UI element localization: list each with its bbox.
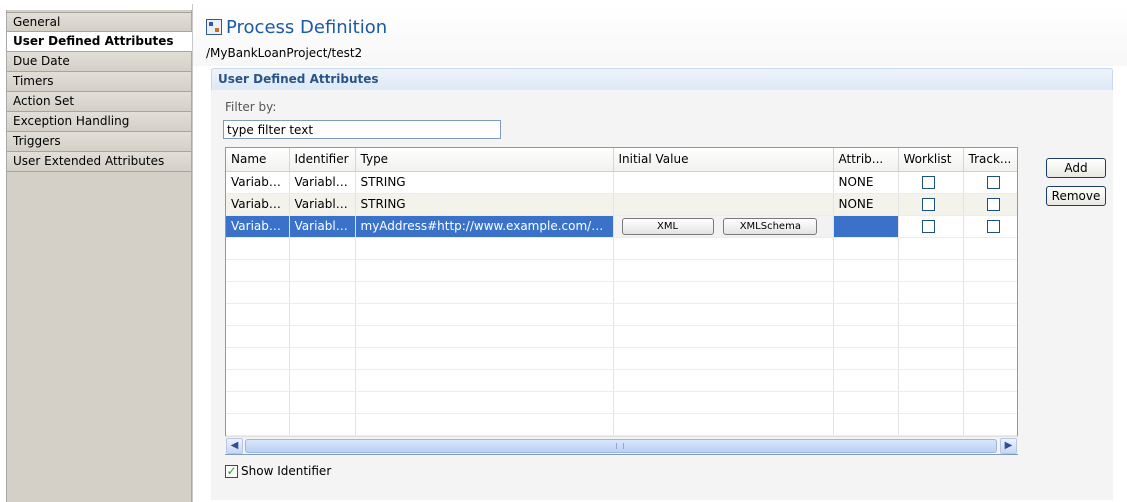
sidebar-item-general[interactable]: General: [7, 12, 191, 32]
worklist-checkbox[interactable]: [921, 198, 935, 211]
xml-button[interactable]: XML: [621, 217, 714, 235]
worklist-checkbox[interactable]: [921, 176, 935, 189]
add-button[interactable]: Add: [1046, 158, 1106, 178]
cell-identifier: Variable2: [289, 193, 356, 216]
column-header-attrib[interactable]: Attrib...: [833, 148, 899, 172]
cell-worklist: [898, 193, 964, 216]
table-row-empty: [226, 237, 1017, 260]
table-header-row: Name Identifier Type Initial Value Attri…: [226, 148, 1017, 172]
show-identifier-label: Show Identifier: [241, 464, 332, 478]
cell-type: STRING: [355, 193, 614, 216]
project-path: /MyBankLoanProject/test2: [206, 46, 363, 60]
main-panel: Process Definition /MyBankLoanProject/te…: [192, 4, 1127, 502]
scroll-thumb[interactable]: [245, 439, 997, 453]
cell-worklist: [898, 215, 964, 238]
horizontal-scrollbar[interactable]: ◀ ▶: [225, 436, 1018, 454]
sidebar-item-triggers[interactable]: Triggers: [7, 132, 191, 152]
table-row-empty: [226, 347, 1017, 370]
page-title: Process Definition: [226, 16, 388, 38]
cell-initial-value[interactable]: [613, 193, 834, 216]
cell-identifier: Variable3: [289, 215, 356, 238]
table-row[interactable]: Variable2 Variable2 STRING NONE: [226, 193, 1017, 216]
process-definition-icon: [206, 19, 222, 35]
track-checkbox[interactable]: [986, 176, 1000, 189]
scroll-grip-icon: [616, 443, 624, 449]
cell-attrib: NONE: [833, 171, 899, 194]
cell-name: Variable1: [226, 171, 290, 194]
filter-input[interactable]: [223, 120, 501, 139]
section-header: User Defined Attributes: [211, 68, 1113, 90]
section-title: User Defined Attributes: [218, 72, 379, 86]
track-checkbox[interactable]: [986, 198, 1000, 211]
table-row-selected[interactable]: Variable3 Variable3 myAddress#http://www…: [226, 215, 1017, 238]
sidebar-item-timers[interactable]: Timers: [7, 72, 191, 92]
xmlschema-button[interactable]: XMLSchema: [723, 217, 818, 235]
cell-worklist: [898, 171, 964, 194]
cell-identifier: Variable1: [289, 171, 356, 194]
cell-name: Variable3: [226, 215, 290, 238]
cell-initial-value[interactable]: [613, 171, 834, 194]
column-header-worklist[interactable]: Worklist: [898, 148, 964, 172]
track-checkbox[interactable]: [986, 220, 1000, 233]
sidebar-item-user-extended-attributes[interactable]: User Extended Attributes: [7, 152, 191, 172]
sidebar-item-action-set[interactable]: Action Set: [7, 92, 191, 112]
title-row: Process Definition: [206, 14, 387, 40]
table-row-empty: [226, 413, 1017, 436]
table-row-empty: [226, 281, 1017, 304]
column-header-name[interactable]: Name: [226, 148, 290, 172]
column-header-track[interactable]: Track...: [963, 148, 1017, 172]
attributes-table[interactable]: Name Identifier Type Initial Value Attri…: [225, 147, 1018, 455]
editor-sidebar: General User Defined Attributes Due Date…: [6, 10, 194, 502]
column-header-identifier[interactable]: Identifier: [289, 148, 356, 172]
table-row-empty: [226, 369, 1017, 392]
editor-header: Process Definition /MyBankLoanProject/te…: [193, 4, 1127, 66]
cell-name: Variable2: [226, 193, 290, 216]
table-row-empty: [226, 259, 1017, 282]
table-row-empty: [226, 303, 1017, 326]
cell-track: [963, 193, 1017, 216]
table-row-empty: [226, 325, 1017, 348]
scroll-left-arrow-icon[interactable]: ◀: [226, 438, 243, 454]
cell-track: [963, 215, 1017, 238]
cell-type: STRING: [355, 171, 614, 194]
cell-track: [963, 171, 1017, 194]
table-row-empty: [226, 391, 1017, 414]
cell-initial-value: XML XMLSchema: [613, 215, 834, 238]
column-header-initial-value[interactable]: Initial Value: [613, 148, 834, 172]
show-identifier-option[interactable]: ✓ Show Identifier: [225, 464, 331, 478]
remove-button[interactable]: Remove: [1046, 186, 1106, 206]
table-row[interactable]: Variable1 Variable1 STRING NONE: [226, 171, 1017, 194]
sidebar-item-user-defined-attributes[interactable]: User Defined Attributes: [7, 32, 194, 52]
cell-type: myAddress#http://www.example.com/Proc...: [355, 215, 614, 238]
column-header-type[interactable]: Type: [355, 148, 614, 172]
show-identifier-checkbox[interactable]: ✓: [225, 464, 238, 478]
scroll-right-arrow-icon[interactable]: ▶: [1000, 438, 1017, 454]
cell-attrib[interactable]: [833, 215, 899, 238]
worklist-checkbox[interactable]: [921, 220, 935, 233]
filter-label: Filter by:: [225, 100, 277, 114]
cell-attrib: NONE: [833, 193, 899, 216]
sidebar-item-due-date[interactable]: Due Date: [7, 52, 191, 72]
sidebar-item-exception-handling[interactable]: Exception Handling: [7, 112, 191, 132]
user-defined-attributes-section: User Defined Attributes Filter by: Name …: [211, 68, 1113, 500]
